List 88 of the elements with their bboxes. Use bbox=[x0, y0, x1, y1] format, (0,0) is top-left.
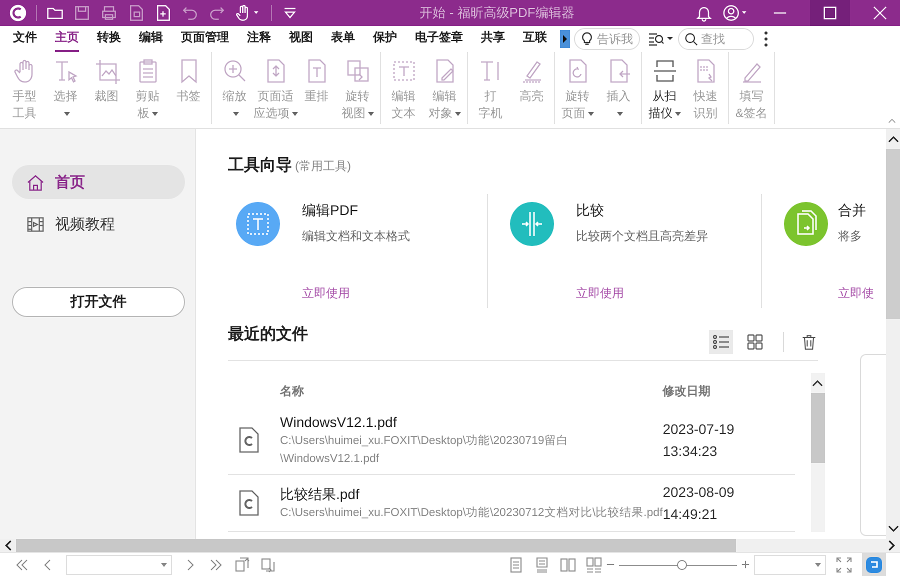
menu-tab[interactable]: 主页 bbox=[55, 26, 79, 52]
column-header: 修改日期 bbox=[662, 383, 712, 400]
facing-pages-icon[interactable] bbox=[560, 556, 576, 572]
tool-description: 将多 bbox=[838, 228, 863, 245]
home-icon bbox=[26, 172, 45, 192]
use-now-link[interactable]: 立即使 bbox=[838, 285, 874, 302]
scroll-up-icon[interactable] bbox=[812, 379, 824, 387]
last-page-icon[interactable] bbox=[208, 556, 224, 572]
print-icon[interactable] bbox=[100, 4, 118, 22]
continuous-facing-icon[interactable] bbox=[586, 556, 602, 572]
menu-tab[interactable]: 保护 bbox=[373, 26, 397, 52]
file-row[interactable]: 比较结果.pdf C:\Users\huimei_xu.FOXIT\Desktop\功能\20230712文档对比\比较结果.pdf 2023-08-09 14:49:21 bbox=[228, 475, 795, 532]
vertical-scrollbar[interactable] bbox=[886, 129, 900, 539]
horizontal-scrollbar[interactable] bbox=[0, 539, 900, 552]
fullscreen-icon[interactable] bbox=[836, 556, 852, 572]
save-icon[interactable] bbox=[73, 4, 91, 22]
ribbon-tool-button[interactable]: 从扫 描仪 bbox=[644, 58, 685, 124]
new-document-icon[interactable] bbox=[154, 4, 172, 22]
use-now-link[interactable]: 立即使用 bbox=[576, 285, 708, 302]
image-crop-icon bbox=[94, 58, 120, 84]
find-options-icon[interactable] bbox=[648, 31, 674, 47]
file-name: 比较结果.pdf bbox=[280, 485, 360, 504]
single-page-icon[interactable] bbox=[508, 556, 524, 572]
zoom-slider[interactable] bbox=[619, 558, 737, 570]
bell-icon[interactable] bbox=[695, 4, 713, 22]
menu-tab[interactable]: 页面管理 bbox=[181, 26, 229, 52]
sidebar-item[interactable]: 首页 bbox=[12, 165, 185, 199]
tool-title: 合并 bbox=[838, 202, 867, 220]
zoom-in-icon[interactable] bbox=[741, 560, 750, 569]
scanner-icon bbox=[652, 58, 678, 84]
tool-title: 编辑PDF bbox=[302, 202, 359, 220]
slider-thumb[interactable] bbox=[676, 560, 687, 570]
film-icon bbox=[26, 214, 45, 234]
chat-icon[interactable] bbox=[865, 556, 883, 574]
menu-tab[interactable]: 转换 bbox=[97, 26, 121, 52]
modified-date: 2023-08-09 14:49:21 bbox=[662, 483, 736, 524]
modified-date: 2023-07-19 13:34:23 bbox=[662, 420, 736, 461]
menu-tab[interactable]: 共享 bbox=[481, 26, 505, 52]
close-icon bbox=[873, 6, 887, 20]
scroll-down-icon[interactable] bbox=[888, 525, 898, 533]
zoom-field[interactable] bbox=[754, 554, 826, 574]
find-field[interactable]: 查找 bbox=[678, 28, 754, 50]
tool-description: 编辑文档和文本格式 bbox=[302, 228, 410, 245]
file-name: WindowsV12.1.pdf bbox=[280, 413, 398, 432]
list-view-button[interactable] bbox=[709, 330, 733, 354]
menu-tab[interactable]: 表单 bbox=[331, 26, 355, 52]
app-logo-icon bbox=[9, 4, 27, 22]
lightbulb-icon bbox=[580, 32, 594, 46]
menu-tab[interactable]: 文件 bbox=[13, 26, 37, 52]
previous-view-icon[interactable] bbox=[234, 556, 250, 572]
rotate-view-icon bbox=[344, 58, 370, 84]
section-title: 工具向导 bbox=[228, 156, 292, 176]
open-file-button[interactable]: 打开文件 bbox=[12, 287, 185, 317]
window-title: 开始 - 福昕高级PDF编辑器 bbox=[418, 4, 576, 22]
first-page-icon[interactable] bbox=[14, 556, 30, 572]
menu-tab[interactable]: 编辑 bbox=[139, 26, 163, 52]
pdf-file-icon bbox=[238, 490, 260, 516]
tell-me-field[interactable]: 告诉我 bbox=[574, 28, 640, 50]
menu-tab[interactable]: 视图 bbox=[289, 26, 313, 52]
page-number-field[interactable] bbox=[66, 554, 172, 574]
tool-description: 比较两个文档且高亮差异 bbox=[576, 228, 708, 245]
file-path: C:\Users\huimei_xu.FOXIT\Desktop\功能\20230719留白 \WindowsV12.1.pdf bbox=[280, 434, 570, 467]
zoom-icon bbox=[222, 58, 248, 84]
maximize-button[interactable] bbox=[810, 0, 850, 26]
table-scrollbar[interactable] bbox=[810, 373, 825, 532]
next-view-icon[interactable] bbox=[260, 556, 276, 572]
use-now-link[interactable]: 立即使用 bbox=[302, 285, 410, 302]
menu-tab[interactable]: 互联 bbox=[523, 26, 547, 52]
trash-icon[interactable] bbox=[800, 333, 818, 351]
section-title: 最近的文件 bbox=[228, 324, 308, 345]
column-header: 名称 bbox=[280, 383, 305, 400]
scroll-right-icon[interactable] bbox=[888, 540, 896, 551]
search-icon bbox=[684, 32, 698, 46]
scroll-left-icon[interactable] bbox=[4, 540, 12, 551]
menu-tab[interactable]: 电子签章 bbox=[415, 26, 463, 52]
more-menu-icon[interactable] bbox=[764, 31, 768, 47]
continuous-page-icon[interactable] bbox=[534, 556, 550, 572]
scroll-up-icon[interactable] bbox=[888, 135, 898, 143]
file-path: C:\Users\huimei_xu.FOXIT\Desktop\功能\20230712文档对比\比较结果.pdf bbox=[280, 506, 663, 521]
sidebar-item[interactable]: 视频教程 bbox=[12, 207, 185, 241]
section-subtitle: (常用工具) bbox=[295, 158, 351, 175]
collapse-ribbon-icon[interactable] bbox=[888, 118, 896, 124]
menu-tab[interactable]: 注释 bbox=[247, 26, 271, 52]
page-icon[interactable] bbox=[127, 4, 145, 22]
maximize-icon bbox=[823, 6, 837, 20]
tool-title: 比较 bbox=[576, 202, 605, 220]
file-row[interactable]: WindowsV12.1.pdf C:\Users\huimei_xu.FOXIT\Desktop\功能\20230719留白 \WindowsV12.1.pdf 2023-07-19 13:34:23 bbox=[228, 406, 795, 475]
pdf-file-icon bbox=[238, 427, 260, 453]
